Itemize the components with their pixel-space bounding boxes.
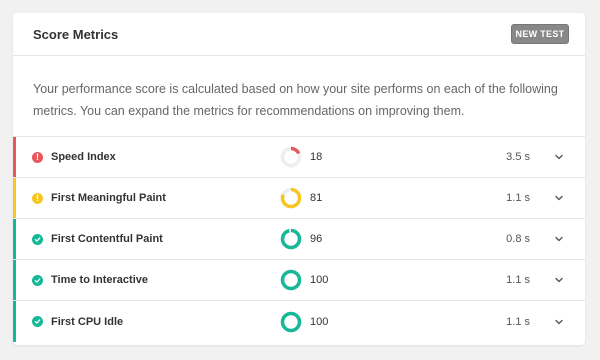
status-bar [13,260,16,300]
metric-row[interactable]: First CPU Idle 100 1.1 s [13,301,585,342]
score-metrics-card: Score Metrics NEW TEST Your performance … [13,13,585,345]
metric-score: 18 [310,151,323,163]
metric-time: 1.1 s [506,274,530,286]
check-icon [32,233,43,245]
chevron-down-icon[interactable] [553,192,565,204]
metric-row[interactable]: First Contentful Paint 96 0.8 s [13,219,585,260]
metric-name: Time to Interactive [51,274,148,286]
chevron-down-icon[interactable] [553,233,565,245]
metric-row[interactable]: Time to Interactive 100 1.1 s [13,260,585,301]
metric-score: 96 [310,233,323,245]
status-bar [13,137,16,177]
score-gauge [280,187,302,209]
metric-time: 3.5 s [506,151,530,163]
score-gauge [280,146,302,168]
metric-time: 1.1 s [506,315,530,328]
score-gauge [280,269,302,291]
card-header: Score Metrics NEW TEST [13,13,585,56]
metric-score: 100 [310,274,329,286]
metric-score: 100 [310,315,329,328]
check-icon [32,316,43,327]
metric-name: First CPU Idle [51,315,124,328]
exclamation-icon: ! [32,192,43,204]
card-title: Score Metrics [33,26,119,42]
chevron-down-icon[interactable] [553,274,565,286]
status-bar [13,301,16,342]
status-bar [13,219,16,259]
score-description: Your performance score is calculated bas… [13,56,585,137]
chevron-down-icon[interactable] [553,151,565,163]
exclamation-icon: ! [32,151,43,163]
check-icon [32,274,43,286]
score-gauge-fill [280,228,302,250]
metric-name: First Contentful Paint [51,233,163,245]
metric-name: Speed Index [51,151,116,163]
score-gauge-fill [280,311,302,332]
metric-row[interactable]: ! Speed Index 18 3.5 s [13,137,585,178]
metric-name: First Meaningful Paint [51,192,166,204]
new-test-button[interactable]: NEW TEST [511,24,569,44]
score-gauge [280,311,302,332]
metric-row[interactable]: ! First Meaningful Paint 81 1.1 s [13,178,585,219]
chevron-down-icon[interactable] [553,316,565,328]
status-bar [13,178,16,218]
metrics-list: ! Speed Index 18 3.5 s! First Meaningful Pai… [13,137,585,342]
metric-time: 0.8 s [506,233,530,245]
metric-time: 1.1 s [506,192,530,204]
score-gauge [280,228,302,250]
score-gauge-fill [280,269,302,291]
metric-score: 81 [310,192,323,204]
